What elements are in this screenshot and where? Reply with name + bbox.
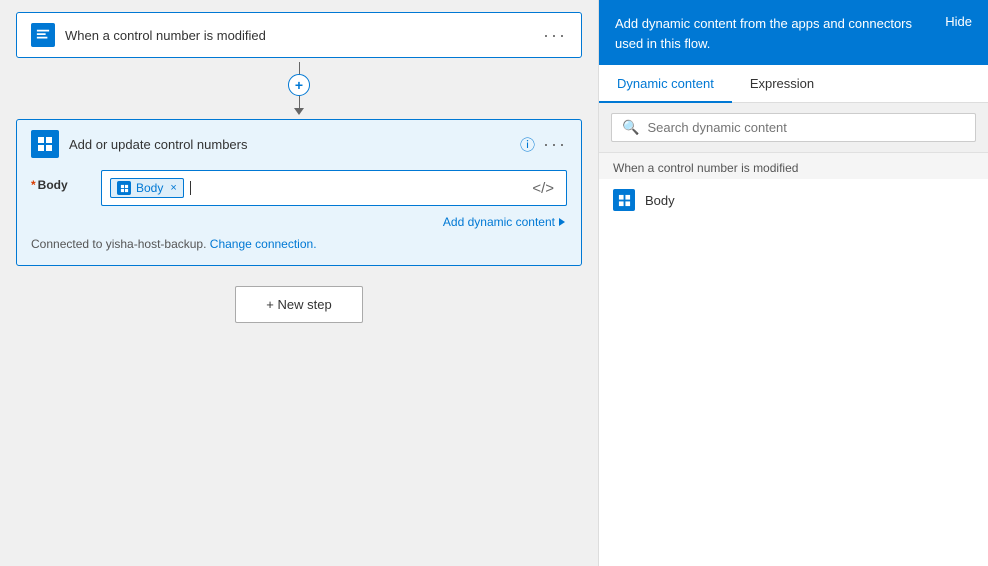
body-tag: Body × — [110, 178, 184, 198]
add-dynamic-content-link[interactable]: Add dynamic content — [443, 215, 565, 229]
right-panel: Add dynamic content from the apps and co… — [598, 0, 988, 566]
action-more-button[interactable]: ··· — [543, 135, 567, 153]
right-panel-header: Add dynamic content from the apps and co… — [599, 0, 988, 65]
trigger-icon — [31, 23, 55, 47]
body-input-wrapper[interactable]: Body × </> — [101, 170, 567, 206]
text-cursor — [190, 181, 191, 195]
connector-arrow — [294, 108, 304, 115]
dynamic-item-body-icon — [613, 189, 635, 211]
new-step-section: + New step — [16, 286, 582, 323]
connector-plus[interactable]: + — [288, 74, 310, 96]
action-info-button[interactable]: ⓘ — [520, 134, 535, 155]
right-panel-header-text: Add dynamic content from the apps and co… — [615, 14, 945, 53]
body-tag-icon — [117, 181, 131, 195]
action-card-header: Add or update control numbers ⓘ ··· — [31, 130, 567, 158]
tab-expression[interactable]: Expression — [732, 66, 832, 103]
body-tag-text: Body — [136, 181, 163, 195]
action-title: Add or update control numbers — [69, 137, 520, 152]
action-icon — [31, 130, 59, 158]
action-header-actions: ⓘ ··· — [520, 134, 567, 155]
search-input-wrapper[interactable]: 🔍 — [611, 113, 976, 142]
body-field-row: *Body Body × </> — [31, 170, 567, 206]
change-connection-link[interactable]: Change connection. — [210, 237, 317, 251]
dynamic-item-body-label: Body — [645, 193, 675, 208]
action-card: Add or update control numbers ⓘ ··· *Bod… — [16, 119, 582, 266]
dynamic-item-body[interactable]: Body — [599, 179, 988, 221]
connection-info: Connected to yisha-host-backup. Change c… — [31, 237, 567, 251]
trigger-card: When a control number is modified ··· — [16, 12, 582, 58]
body-field-label: *Body — [31, 170, 91, 192]
connector-line-top — [299, 62, 300, 74]
hide-button[interactable]: Hide — [945, 14, 972, 29]
new-step-button[interactable]: + New step — [235, 286, 362, 323]
search-wrapper: 🔍 — [599, 103, 988, 153]
search-input[interactable] — [647, 120, 965, 135]
trigger-more-button[interactable]: ··· — [543, 26, 567, 44]
tab-dynamic-content[interactable]: Dynamic content — [599, 66, 732, 103]
field-code-button[interactable]: </> — [528, 176, 558, 201]
tabs-bar: Dynamic content Expression — [599, 65, 988, 103]
body-tag-close-button[interactable]: × — [170, 182, 176, 194]
left-panel: When a control number is modified ··· + … — [0, 0, 598, 566]
connector: + — [288, 62, 310, 115]
add-dynamic-content-section: Add dynamic content — [31, 214, 567, 229]
search-icon: 🔍 — [622, 119, 639, 136]
trigger-title: When a control number is modified — [65, 28, 543, 43]
required-marker: * — [31, 178, 36, 192]
dynamic-section-label: When a control number is modified — [599, 153, 988, 179]
connector-line-bottom — [299, 96, 300, 108]
dynamic-arrow-icon — [559, 218, 565, 226]
